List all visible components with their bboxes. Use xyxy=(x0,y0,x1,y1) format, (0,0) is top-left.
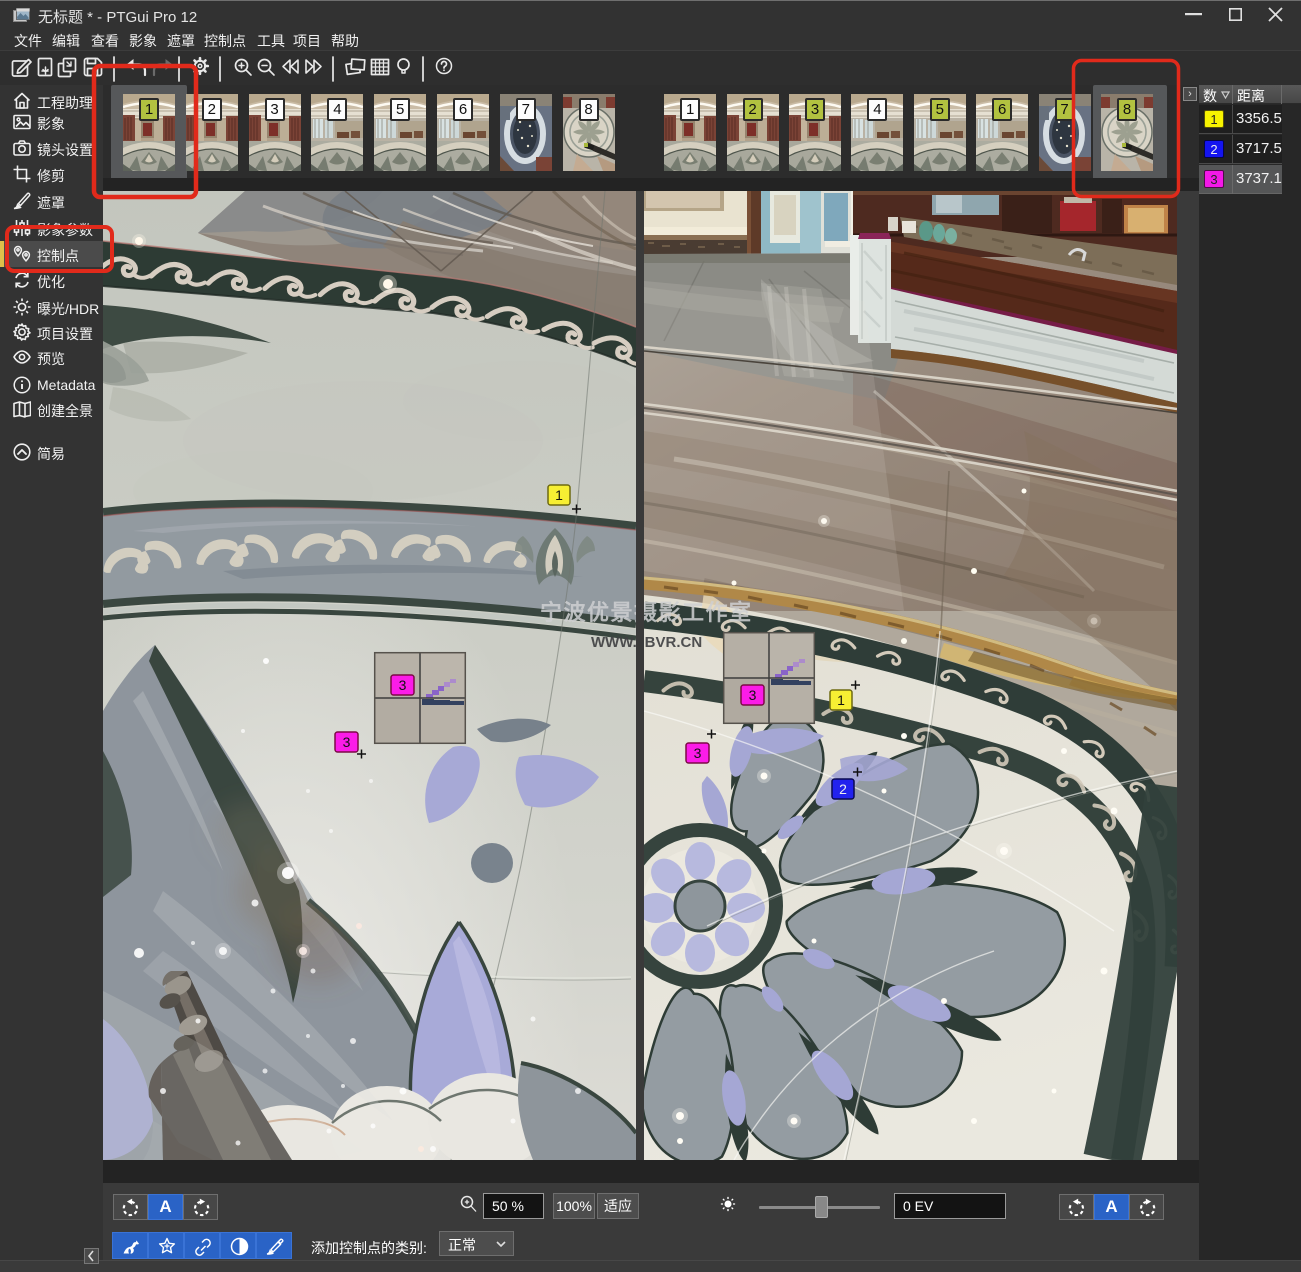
svg-text:3: 3 xyxy=(343,734,351,750)
svg-text:3: 3 xyxy=(694,745,702,761)
svg-text:3: 3 xyxy=(399,677,407,693)
svg-text:宁波优景摄影工作室: 宁波优景摄影工作室 xyxy=(644,600,753,625)
svg-text:2: 2 xyxy=(839,781,847,797)
svg-text:1: 1 xyxy=(837,692,845,708)
svg-text:3: 3 xyxy=(749,687,757,703)
svg-text:WWW.NBVR.CN: WWW.NBVR.CN xyxy=(591,634,636,651)
svg-text:WWW.NBVR.CN: WWW.NBVR.CN xyxy=(644,634,702,651)
svg-text:1: 1 xyxy=(555,487,563,503)
svg-text:宁波优景摄影工作室: 宁波优景摄影工作室 xyxy=(540,600,636,625)
